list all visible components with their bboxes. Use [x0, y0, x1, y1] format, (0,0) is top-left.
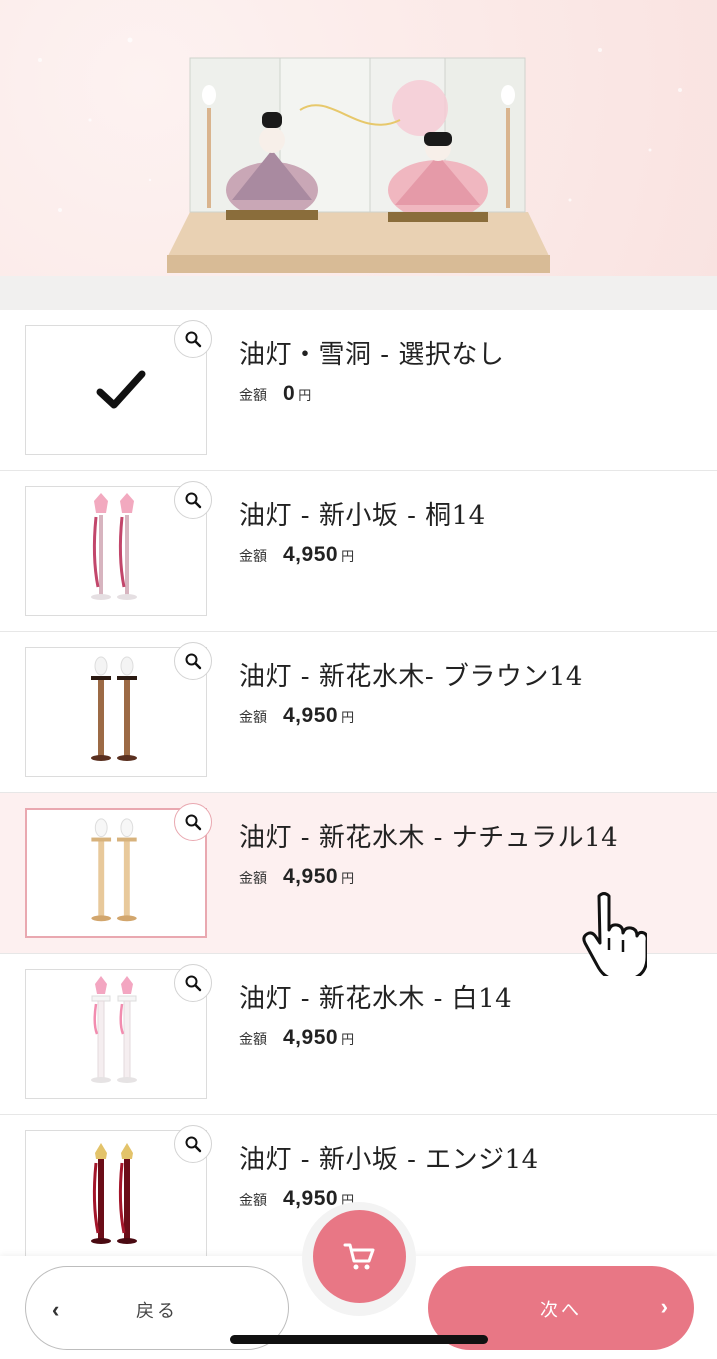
- price-unit: 円: [341, 871, 355, 886]
- price-row: 金額 4,950 円: [239, 865, 354, 889]
- option-title: 油灯 - 新小坂 - エンジ14: [239, 1145, 539, 1175]
- option-item-shin-kosaka-kiri[interactable]: 油灯 - 新小坂 - 桐14 金額 4,950 円: [0, 471, 717, 632]
- magnifier-icon: [185, 653, 202, 670]
- price-label: 金額: [239, 548, 267, 564]
- cart-icon: [343, 1243, 374, 1269]
- next-button-label: 次へ: [540, 1300, 582, 1320]
- zoom-button[interactable]: [174, 1125, 212, 1163]
- hero-banner: [0, 0, 717, 276]
- price-value: 0: [283, 382, 296, 405]
- check-icon: [96, 370, 146, 409]
- cart-button[interactable]: [313, 1210, 406, 1303]
- price-row: 金額 4,950 円: [239, 543, 354, 567]
- price-unit: 円: [341, 1032, 355, 1047]
- chevron-right-icon: ›: [660, 1294, 668, 1319]
- option-title: 油灯 - 新花水木 - ナチュラル14: [239, 823, 619, 853]
- magnifier-icon: [185, 814, 202, 831]
- option-title: 油灯・雪洞 - 選択なし: [239, 340, 505, 370]
- price-value: 4,950: [283, 1026, 339, 1049]
- zoom-button[interactable]: [174, 642, 212, 680]
- price-unit: 円: [341, 549, 355, 564]
- zoom-button[interactable]: [174, 964, 212, 1002]
- price-unit: 円: [298, 388, 312, 403]
- option-item-shin-hanamizuki-white[interactable]: 油灯 - 新花水木 - 白14 金額 4,950 円: [0, 954, 717, 1115]
- price-label: 金額: [239, 387, 267, 403]
- price-row: 金額 0 円: [239, 382, 311, 406]
- back-button-label: 戻る: [136, 1301, 178, 1321]
- price-value: 4,950: [283, 543, 339, 566]
- option-title: 油灯 - 新花水木 - 白14: [239, 984, 513, 1014]
- divider-band: [0, 276, 717, 310]
- magnifier-icon: [185, 975, 202, 992]
- magnifier-icon: [185, 1136, 202, 1153]
- zoom-button[interactable]: [174, 803, 212, 841]
- price-label: 金額: [239, 1031, 267, 1047]
- price-row: 金額 4,950 円: [239, 1026, 354, 1050]
- option-item-shin-hanamizuki-brown[interactable]: 油灯 - 新花水木- ブラウン14 金額 4,950 円: [0, 632, 717, 793]
- price-row: 金額 4,950 円: [239, 704, 354, 728]
- option-list: 油灯・雪洞 - 選択なし 金額 0 円 油灯 - 新小坂 - 桐14 金額 4,…: [0, 310, 717, 1276]
- magnifier-icon: [185, 492, 202, 509]
- hand-pointer-icon: [582, 892, 647, 976]
- price-value: 4,950: [283, 865, 339, 888]
- zoom-button[interactable]: [174, 481, 212, 519]
- price-value: 4,950: [283, 1187, 339, 1210]
- price-label: 金額: [239, 1192, 267, 1208]
- price-label: 金額: [239, 870, 267, 886]
- zoom-button[interactable]: [174, 320, 212, 358]
- hina-dolls-image: [38, 37, 682, 273]
- price-label: 金額: [239, 709, 267, 725]
- option-title: 油灯 - 新小坂 - 桐14: [239, 501, 486, 531]
- option-title: 油灯 - 新花水木- ブラウン14: [239, 662, 583, 692]
- option-item-none[interactable]: 油灯・雪洞 - 選択なし 金額 0 円: [0, 310, 717, 471]
- price-value: 4,950: [283, 704, 339, 727]
- magnifier-icon: [185, 331, 202, 348]
- home-indicator: [230, 1335, 488, 1344]
- price-unit: 円: [341, 710, 355, 725]
